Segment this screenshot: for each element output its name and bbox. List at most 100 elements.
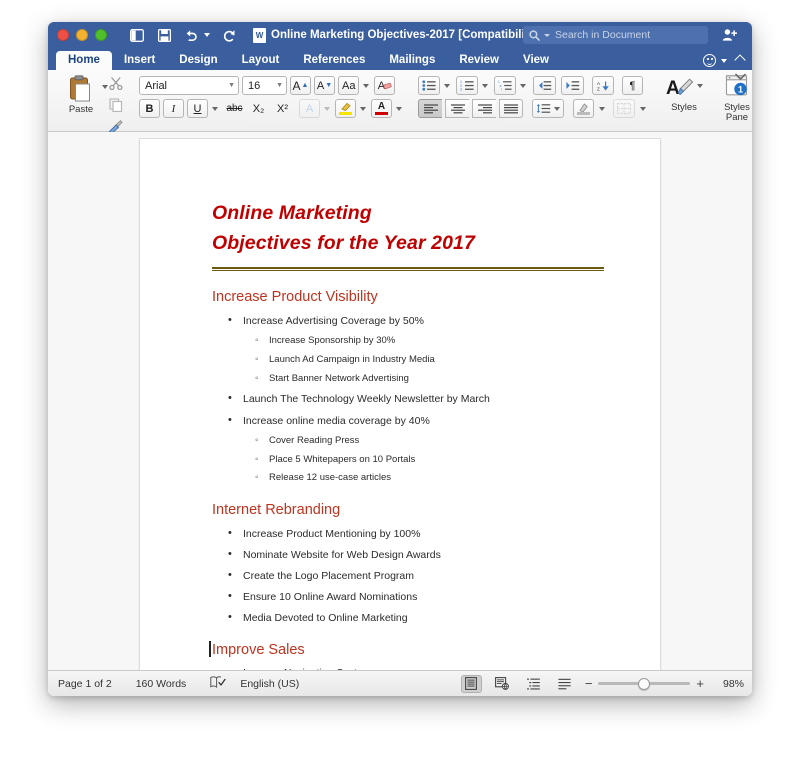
subscript-label: X₂ [252,102,265,115]
show-formatting-marks-button[interactable]: ¶ [622,76,643,95]
svg-text:3: 3 [460,88,462,91]
decrease-indent-button[interactable] [533,76,556,95]
zoom-knob[interactable] [638,677,651,690]
feedback-smiley-icon[interactable] [703,54,716,67]
clear-formatting-button[interactable]: A [374,76,396,95]
justify-button[interactable] [499,99,523,118]
spellcheck-icon[interactable] [210,675,226,692]
font-size-caret-icon[interactable]: ▼ [271,82,283,89]
shrink-font-button[interactable]: A ▼ [314,76,335,95]
change-case-button[interactable]: Aa [338,76,360,95]
svg-text:A: A [666,78,680,99]
redo-icon[interactable] [221,27,237,43]
section-list-1: Increase Advertising Coverage by 50% Inc… [212,314,604,485]
bold-button[interactable]: B [139,99,160,118]
zoom-out-button[interactable]: − [585,676,593,691]
change-case-caret[interactable] [363,83,370,88]
collapse-ribbon-chevron-icon[interactable] [734,53,746,66]
font-name-input[interactable]: Arial ▼ [139,76,239,95]
title-divider-rule [212,267,604,272]
zoom-in-button[interactable]: + [696,676,704,691]
copy-icon[interactable] [108,98,123,117]
zoom-track[interactable] [598,677,691,690]
grow-font-button[interactable]: A ▲ [290,76,311,95]
line-spacing-button[interactable] [532,99,564,118]
view-web-layout-button[interactable] [492,675,513,693]
superscript-button[interactable]: X² [272,99,293,118]
zoom-slider[interactable]: − + [585,676,704,691]
view-draft-button[interactable] [554,675,575,693]
borders-caret[interactable] [640,106,646,111]
numbered-list-button[interactable]: 123 [456,76,478,95]
font-color-button[interactable]: A [371,99,392,118]
zoom-button[interactable] [95,29,107,41]
tab-mailings[interactable]: Mailings [377,51,447,70]
highlight-color-button[interactable] [335,99,356,118]
undo-dropdown-caret[interactable] [204,33,210,37]
tab-references[interactable]: References [291,51,377,70]
multilevel-list-button[interactable]: 1ai [494,76,516,95]
search-scope-caret[interactable] [544,33,550,37]
share-button[interactable] [720,26,740,44]
italic-button[interactable]: I [163,99,184,118]
language-indicator[interactable]: English (US) [240,678,299,690]
font-color-caret[interactable] [396,106,402,111]
tab-home[interactable]: Home [56,51,112,70]
sidebar-toggle-icon[interactable] [129,27,145,43]
close-button[interactable] [57,29,69,41]
numbered-list-caret[interactable] [482,83,488,88]
view-outline-button[interactable] [523,675,544,693]
font-name-caret-icon[interactable]: ▼ [223,82,235,89]
tab-review[interactable]: Review [447,51,511,70]
borders-button[interactable] [613,99,635,118]
status-bar-right: − + 98% [460,674,744,693]
underline-caret[interactable] [212,106,218,111]
word-count[interactable]: 160 Words [136,678,187,690]
highlight-caret[interactable] [360,106,366,111]
bullet-list-button[interactable] [418,76,440,95]
underline-button[interactable]: U [187,99,208,118]
styles-pane-button[interactable]: 1 Styles Pane [715,75,752,123]
font-size-input[interactable]: 16 ▼ [242,76,287,95]
shrink-font-label: A [316,79,325,92]
ribbon-expand-chevron-icon[interactable] [735,73,746,84]
paste-button[interactable]: Paste [58,73,104,115]
bullet-list-caret[interactable] [444,83,450,88]
save-icon[interactable] [156,27,172,43]
view-print-layout-button[interactable] [460,674,482,693]
sort-button[interactable]: AZ [592,76,614,95]
align-right-button[interactable] [472,99,496,118]
styles-button[interactable]: A Styles [662,75,706,113]
subscript-button[interactable]: X₂ [248,99,269,118]
text-effects-caret[interactable] [324,106,330,111]
multilevel-list-caret[interactable] [520,83,526,88]
shading-button[interactable] [573,99,594,118]
tab-view[interactable]: View [511,51,561,70]
styles-dropdown-caret[interactable] [696,84,703,88]
search-input[interactable]: Search in Document [523,26,708,44]
zoom-level[interactable]: 98% [714,678,744,690]
status-bar: Page 1 of 2 160 Words English (US) − + 9… [48,670,752,696]
undo-icon[interactable] [183,27,199,43]
screen: W Online Marketing Objectives-2017 [Comp… [0,0,800,758]
align-center-button[interactable] [445,99,469,118]
tab-design[interactable]: Design [167,51,229,70]
increase-indent-button[interactable] [561,76,584,95]
shading-caret[interactable] [599,106,605,111]
page-indicator[interactable]: Page 1 of 2 [58,678,112,690]
document-page[interactable]: Online Marketing Objectives for the Year… [140,139,660,670]
minimize-button[interactable] [76,29,88,41]
document-body[interactable]: Online Marketing Objectives for the Year… [140,139,660,670]
feedback-dropdown-caret[interactable] [721,58,727,63]
align-left-button[interactable] [418,99,442,118]
title-line-2: Objectives for the Year 2017 [212,231,475,254]
strikethrough-button[interactable]: abc [224,99,245,118]
text-effects-button[interactable]: A [299,99,320,118]
tab-layout[interactable]: Layout [230,51,292,70]
document-canvas[interactable]: Online Marketing Objectives for the Year… [48,132,752,670]
cut-icon[interactable] [108,76,123,95]
text-effects-label: A [305,102,314,115]
tab-insert[interactable]: Insert [112,51,167,70]
strikethrough-label: abc [226,103,243,114]
change-case-label: Aa [342,79,356,92]
